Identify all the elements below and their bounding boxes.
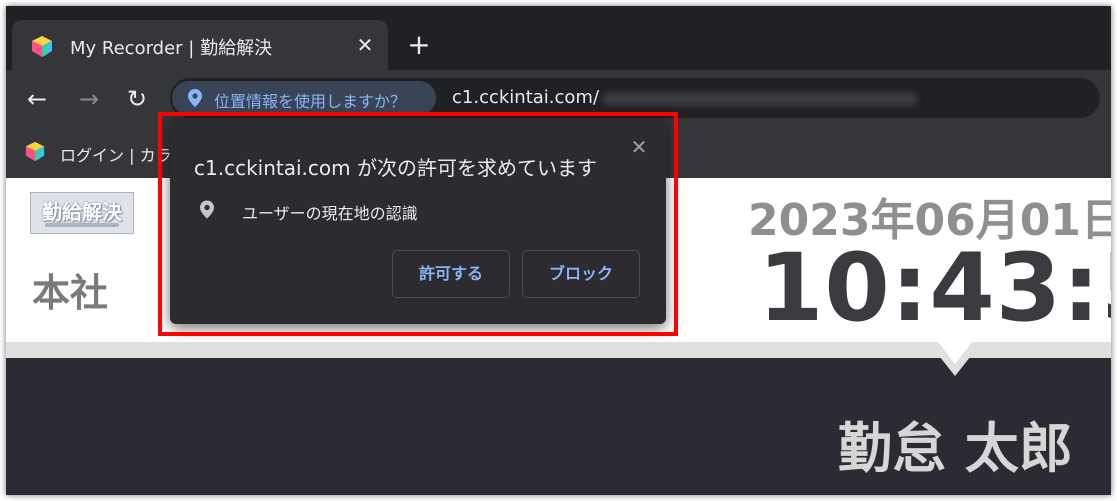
browser-window: My Recorder | 勤給解決 ✕ + ← → ↻ 位置情報を使用しますか… [6, 6, 1111, 495]
office-name: 本社 [32, 271, 109, 315]
tab-strip: My Recorder | 勤給解決 ✕ + [6, 6, 1111, 72]
allow-button[interactable]: 許可する [392, 250, 510, 298]
url-redacted-blur [602, 92, 918, 106]
cube-icon [25, 141, 45, 162]
pointer-notch [928, 342, 982, 376]
dialog-close-button[interactable]: ✕ [626, 134, 652, 160]
current-time: 10:43:5 [758, 234, 1111, 343]
tab-title: My Recorder | 勤給解決 [70, 38, 273, 59]
forward-button[interactable]: → [72, 82, 106, 116]
employee-name: 勤怠 太郎 [838, 417, 1073, 480]
url-text[interactable]: c1.cckintai.com/ [452, 87, 599, 108]
location-permission-chip[interactable]: 位置情報を使用しますか？ [172, 81, 436, 115]
tab-my-recorder[interactable]: My Recorder | 勤給解決 ✕ [12, 20, 388, 72]
new-tab-button[interactable]: + [404, 30, 434, 60]
app-logo: 勤給解決 [30, 192, 134, 234]
permission-request-text: ユーザーの現在地の認識 [242, 204, 418, 223]
logo-subline [45, 223, 119, 227]
bookmark-login[interactable]: ログイン | カラ [60, 142, 172, 166]
logo-text: 勤給解決 [42, 200, 122, 224]
location-pin-icon [200, 200, 214, 219]
address-bar[interactable]: 位置情報を使用しますか？ c1.cckintai.com/ [170, 78, 1100, 118]
location-permission-dialog: c1.cckintai.com が次の許可を求めています ✕ ユーザーの現在地の… [170, 118, 666, 324]
back-button[interactable]: ← [20, 82, 54, 116]
permission-chip-label: 位置情報を使用しますか？ [214, 92, 407, 111]
location-pin-icon [188, 89, 202, 107]
reload-button[interactable]: ↻ [120, 82, 154, 116]
tab-close-button[interactable]: ✕ [352, 32, 378, 58]
dialog-title: c1.cckintai.com が次の許可を求めています [194, 156, 597, 180]
cube-icon [32, 36, 52, 57]
block-button[interactable]: ブロック [522, 250, 640, 298]
